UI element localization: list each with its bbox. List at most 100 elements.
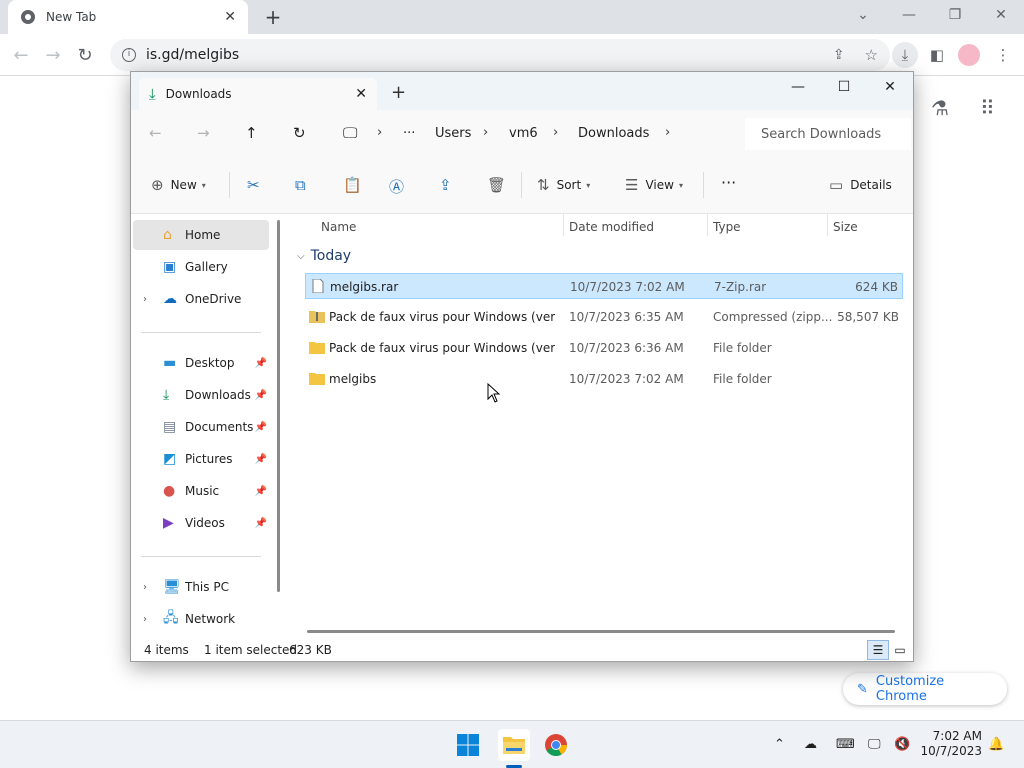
nav-label-documents: Documents xyxy=(185,420,254,434)
explorer-maximize-button[interactable]: ☐ xyxy=(821,72,867,102)
close-tab-icon[interactable]: ✕ xyxy=(355,86,367,102)
notification-bell-icon[interactable]: 🔔 xyxy=(988,737,1004,752)
share-icon[interactable]: ⇪ xyxy=(833,47,845,63)
forward-arrow-icon[interactable]: → xyxy=(197,124,210,142)
site-info-icon[interactable]: i xyxy=(122,48,136,62)
explorer-new-tab-button[interactable]: + xyxy=(391,82,406,103)
explorer-minimize-button[interactable]: — xyxy=(775,72,821,102)
breadcrumb-overflow-icon[interactable]: ··· xyxy=(403,126,415,141)
file-type: File folder xyxy=(713,341,772,355)
delete-button[interactable]: 🗑 xyxy=(487,176,513,194)
breadcrumb-downloads[interactable]: Downloads xyxy=(578,126,649,141)
file-row[interactable]: Pack de faux virus pour Windows (versio.… xyxy=(305,304,903,330)
explorer-close-button[interactable]: ✕ xyxy=(867,72,913,102)
tab-search-icon[interactable]: ⌄ xyxy=(840,0,886,30)
customize-chrome-button[interactable]: ✎ Customize Chrome xyxy=(843,673,1007,705)
chrome-tab-new-tab[interactable]: New Tab ✕ xyxy=(8,0,248,34)
taskbar-file-explorer[interactable] xyxy=(498,729,530,761)
address-bar[interactable]: i is.gd/melgibs ⇪ ☆ xyxy=(110,39,890,71)
nav-item-music[interactable]: ● Music 📌 xyxy=(133,476,269,506)
file-name: melgibs.rar xyxy=(330,280,399,294)
new-tab-button[interactable]: + xyxy=(260,4,286,30)
onedrive-tray-icon[interactable]: ☁ xyxy=(804,737,817,752)
taskbar-clock[interactable]: 7:02 AM 10/7/2023 xyxy=(918,729,982,759)
rename-button[interactable]: Ⓐ xyxy=(389,176,411,197)
download-arrow-icon: ⤓ xyxy=(163,387,170,403)
nav-item-downloads[interactable]: ⤓ Downloads 📌 xyxy=(133,380,269,410)
new-button[interactable]: ⊕ New ▾ xyxy=(151,176,206,194)
nav-item-videos[interactable]: ▶ Videos 📌 xyxy=(133,508,269,538)
nav-item-thispc[interactable]: › 🖥 This PC xyxy=(133,572,269,602)
pin-icon: 📌 xyxy=(254,389,267,401)
file-row[interactable]: melgibs 10/7/2023 7:02 AM File folder xyxy=(305,366,903,392)
labs-flask-icon[interactable]: ⚗ xyxy=(931,96,949,120)
nav-item-pictures[interactable]: ◩ Pictures 📌 xyxy=(133,444,269,474)
show-hidden-icons-chevron-icon[interactable]: ⌃ xyxy=(774,737,785,752)
column-header-type[interactable]: Type xyxy=(713,220,741,234)
nav-item-gallery[interactable]: ▣ Gallery xyxy=(133,252,269,282)
paste-button[interactable]: 📋 xyxy=(343,176,369,194)
nav-item-documents[interactable]: ▤ Documents 📌 xyxy=(133,412,269,442)
bookmark-star-icon[interactable]: ☆ xyxy=(865,46,878,64)
start-button[interactable] xyxy=(452,729,484,761)
side-panel-icon[interactable]: ◧ xyxy=(924,42,950,68)
up-arrow-icon[interactable]: ↑ xyxy=(245,124,258,142)
details-button[interactable]: ▭ Details xyxy=(829,176,892,194)
horizontal-scrollbar[interactable] xyxy=(307,630,895,633)
column-header-date[interactable]: Date modified xyxy=(569,220,654,234)
chrome-toolbar: ← → ↻ i is.gd/melgibs ⇪ ☆ ⤓ ◧ ⋮ xyxy=(0,34,1024,76)
restore-button[interactable]: ❐ xyxy=(932,0,978,30)
nav-item-desktop[interactable]: ▬ Desktop 📌 xyxy=(133,348,269,378)
downloads-icon[interactable]: ⤓ xyxy=(892,42,918,68)
column-header-name[interactable]: Name xyxy=(321,220,356,234)
status-bar: 4 items 1 item selected 623 KB ☰ ▭ xyxy=(131,640,913,662)
view-button[interactable]: ☰ View ▾ xyxy=(625,176,683,194)
cut-button[interactable]: ✂ xyxy=(247,176,267,194)
sort-button[interactable]: ⇅ Sort ▾ xyxy=(537,176,590,194)
nav-scrollbar[interactable] xyxy=(277,220,280,592)
chevron-right-icon[interactable]: › xyxy=(665,125,670,140)
copy-button[interactable]: ⧉ xyxy=(295,176,313,194)
explorer-tab-downloads[interactable]: ⤓ Downloads ✕ xyxy=(139,78,377,110)
chrome-menu-icon[interactable]: ⋮ xyxy=(990,42,1016,68)
breadcrumb-vm6[interactable]: vm6 xyxy=(509,126,538,141)
tiles-view-icon[interactable]: ▭ xyxy=(889,640,911,660)
search-downloads-input[interactable]: Search Downloads xyxy=(745,118,911,150)
nav-item-home[interactable]: ⌂ Home xyxy=(133,220,269,250)
taskbar-chrome[interactable] xyxy=(540,729,572,761)
column-header-size[interactable]: Size xyxy=(833,220,858,234)
minimize-button[interactable]: — xyxy=(886,0,932,30)
volume-muted-icon[interactable]: 🔇 xyxy=(894,737,910,752)
chevron-right-icon[interactable]: › xyxy=(143,294,147,305)
file-type: File folder xyxy=(713,372,772,386)
url-text[interactable]: is.gd/melgibs xyxy=(146,47,833,63)
file-row[interactable]: Pack de faux virus pour Windows (versio.… xyxy=(305,335,903,361)
forward-button[interactable]: → xyxy=(40,42,66,68)
monitor-icon[interactable]: 🖵 xyxy=(343,124,357,142)
more-options-button[interactable]: ··· xyxy=(721,173,736,192)
details-view-icon[interactable]: ☰ xyxy=(867,640,889,660)
chevron-right-icon[interactable]: › xyxy=(143,582,147,593)
close-window-button[interactable]: ✕ xyxy=(978,0,1024,30)
group-header-today[interactable]: ⌵ Today xyxy=(297,248,351,264)
details-pane-icon: ▭ xyxy=(829,176,844,194)
reload-button[interactable]: ↻ xyxy=(72,42,98,68)
breadcrumb-users[interactable]: Users xyxy=(435,126,471,141)
chrome-logo-icon xyxy=(545,734,567,756)
nav-item-network[interactable]: › 🖧 Network xyxy=(133,604,269,634)
back-arrow-icon[interactable]: ← xyxy=(149,124,162,142)
profile-avatar[interactable] xyxy=(958,44,980,66)
file-name: melgibs xyxy=(329,372,377,386)
back-button[interactable]: ← xyxy=(8,42,34,68)
apps-grid-icon[interactable]: ⠿ xyxy=(980,96,995,120)
nav-item-onedrive[interactable]: › ☁ OneDrive xyxy=(133,284,269,314)
share-button[interactable]: ⇪ xyxy=(439,176,459,194)
refresh-icon[interactable]: ↻ xyxy=(293,124,306,142)
close-tab-icon[interactable]: ✕ xyxy=(224,9,236,25)
network-tray-icon[interactable]: 🖵 xyxy=(868,737,881,752)
chevron-right-icon[interactable]: › xyxy=(143,614,147,625)
windows-logo-icon xyxy=(457,734,479,756)
network-icon: 🖧 xyxy=(163,610,179,626)
keyboard-icon[interactable]: ⌨ xyxy=(836,737,855,752)
file-row[interactable]: melgibs.rar 10/7/2023 7:02 AM 7-Zip.rar … xyxy=(305,273,903,299)
